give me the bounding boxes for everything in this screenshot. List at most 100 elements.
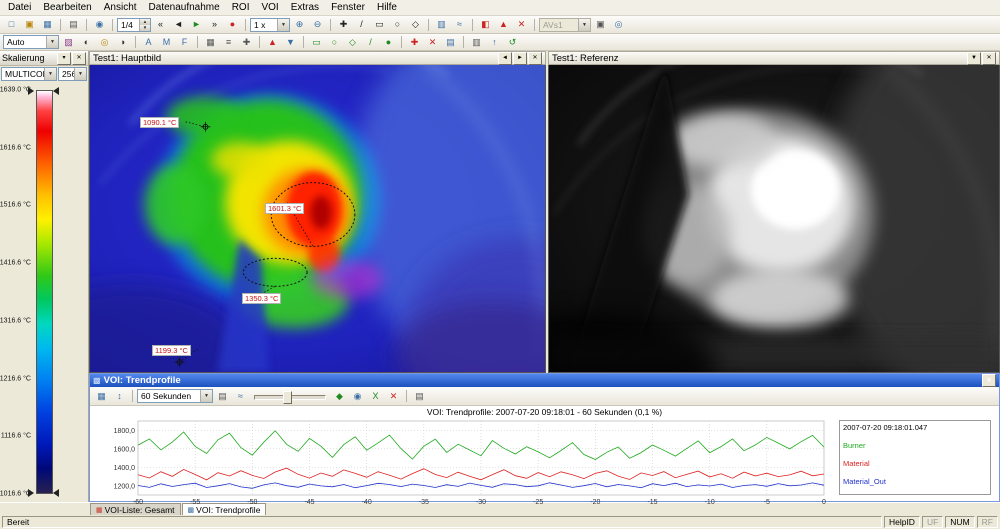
voi-rectangle-icon[interactable]: ▭ (308, 35, 325, 50)
roi-polygon-icon[interactable]: ◇ (407, 17, 424, 32)
voi-add-icon[interactable]: ✚ (406, 35, 423, 50)
auto-scale-icon[interactable]: A (140, 35, 157, 50)
menu-voi[interactable]: VOI (255, 1, 284, 14)
print-trend-icon[interactable]: ▤ (411, 389, 428, 404)
levels-select[interactable]: 256 ▼ (58, 67, 87, 81)
spin-down-icon[interactable]: ▼ (140, 25, 150, 31)
measurement-label[interactable]: 1350.3 °C (242, 293, 281, 304)
menu-bearbeiten[interactable]: Bearbeiten (37, 1, 97, 14)
dropdown-arrow-icon[interactable]: ▼ (277, 19, 289, 31)
time-slider[interactable] (254, 390, 326, 403)
scaling-mode-select[interactable]: Auto▼ (3, 35, 59, 49)
palette-icon[interactable]: ▨ (60, 35, 77, 50)
close-button[interactable]: ✕ (528, 52, 542, 65)
measurement-label[interactable]: 1090.1 °C (140, 117, 179, 128)
menu-datenaufnahme[interactable]: Datenaufnahme (143, 1, 226, 14)
record-icon[interactable]: ● (224, 17, 241, 32)
crosshair-icon[interactable]: ✚ (238, 35, 255, 50)
report-icon[interactable]: ▥ (468, 35, 485, 50)
color-scale-bar[interactable] (36, 90, 53, 494)
voi-ellipse-icon[interactable]: ○ (326, 35, 343, 50)
avs-select[interactable]: AVs1▼ (539, 18, 591, 32)
export-excel-icon[interactable]: X (367, 389, 384, 404)
dropdown-arrow-icon[interactable]: ▼ (46, 36, 58, 48)
prev-frame-icon[interactable]: ◄ (170, 17, 187, 32)
palette-select[interactable]: MULTICOLOR ▼ (1, 67, 57, 81)
menu-hilfe[interactable]: Hilfe (371, 1, 403, 14)
dropdown-arrow-icon[interactable]: ▼ (200, 390, 212, 402)
zoom-level-select[interactable]: 1 x▼ (250, 18, 290, 32)
brightness-icon[interactable]: ◎ (96, 35, 113, 50)
copy-trend-icon[interactable]: ▤ (214, 389, 231, 404)
chart-settings-icon[interactable]: ≈ (232, 389, 249, 404)
menu-button[interactable]: ▼ (967, 52, 981, 65)
contrast-icon[interactable]: ◑ (114, 35, 131, 50)
menu-extras[interactable]: Extras (285, 1, 325, 14)
range-down-icon[interactable]: ▼ (282, 35, 299, 50)
close-button[interactable]: ✕ (72, 52, 86, 65)
menu-fenster[interactable]: Fenster (325, 1, 371, 14)
scale-max-handle-icon[interactable] (28, 87, 34, 95)
refresh-icon[interactable]: ↺ (504, 35, 521, 50)
manual-scale-icon[interactable]: M (158, 35, 175, 50)
dropdown-arrow-icon[interactable]: ▼ (44, 68, 56, 80)
dropdown-arrow-icon[interactable]: ▼ (74, 68, 86, 80)
visibility-icon[interactable]: ◉ (349, 389, 366, 404)
clear-trend-icon[interactable]: ✕ (385, 389, 402, 404)
info-icon[interactable]: ◎ (610, 17, 627, 32)
print-icon[interactable]: ▤ (65, 17, 82, 32)
avs-settings-icon[interactable]: ▣ (592, 17, 609, 32)
scale-min-handle-icon[interactable] (28, 489, 34, 497)
voi-polygon-icon[interactable]: ◇ (344, 35, 361, 50)
interval-select[interactable]: 60 Sekunden▼ (137, 389, 213, 403)
save-file-icon[interactable]: ▦ (39, 17, 56, 32)
reference-image[interactable] (548, 65, 1000, 373)
panel-menu-button[interactable]: ▾ (57, 52, 71, 65)
alarm-icon[interactable]: ▲ (495, 17, 512, 32)
thermal-image[interactable]: 1090.1 °C 1601.3 °C 1350.3 °C 1199.3 °C (89, 65, 546, 373)
open-file-icon[interactable]: ▣ (21, 17, 38, 32)
menu-datei[interactable]: Datei (2, 1, 37, 14)
profile-icon[interactable]: ≈ (451, 17, 468, 32)
scroll-right-button[interactable]: ► (513, 52, 527, 65)
invert-palette-icon[interactable]: ◐ (78, 35, 95, 50)
frame-counter[interactable]: 1/4▲▼ (117, 18, 151, 32)
voi-list-icon[interactable]: ▤ (442, 35, 459, 50)
delete-roi-icon[interactable]: ✕ (513, 17, 530, 32)
scroll-left-button[interactable]: ◄ (498, 52, 512, 65)
measure-point-icon[interactable]: ✚ (335, 17, 352, 32)
snapshot-icon[interactable]: ◉ (91, 17, 108, 32)
measurement-label[interactable]: 1199.3 °C (152, 345, 191, 356)
roi-rectangle-icon[interactable]: ▭ (371, 17, 388, 32)
time-slider-thumb[interactable] (283, 391, 292, 404)
marker-icon[interactable]: ◆ (331, 389, 348, 404)
next-frame-icon[interactable]: » (206, 17, 223, 32)
play-icon[interactable]: ► (188, 17, 205, 32)
voi-point-icon[interactable]: ● (380, 35, 397, 50)
menu-roi[interactable]: ROI (226, 1, 256, 14)
table-view-icon[interactable]: ▦ (93, 389, 110, 404)
close-button[interactable]: ✕ (982, 52, 996, 65)
export-icon[interactable]: ↑ (486, 35, 503, 50)
measure-line-icon[interactable]: / (353, 17, 370, 32)
range-up-icon[interactable]: ▲ (264, 35, 281, 50)
histogram-icon[interactable]: ▥ (433, 17, 450, 32)
isotherm-icon[interactable]: ◧ (477, 17, 494, 32)
voi-line-icon[interactable]: / (362, 35, 379, 50)
roi-ellipse-icon[interactable]: ○ (389, 17, 406, 32)
first-frame-icon[interactable]: « (152, 17, 169, 32)
ruler-icon[interactable]: ≡ (220, 35, 237, 50)
scale-max-handle-icon[interactable] (53, 87, 59, 95)
grid-icon[interactable]: ▦ (202, 35, 219, 50)
sort-order-icon[interactable]: ↕ (111, 389, 128, 404)
close-button[interactable]: ✕ (982, 374, 996, 387)
voi-delete-icon[interactable]: ✕ (424, 35, 441, 50)
menu-ansicht[interactable]: Ansicht (98, 1, 143, 14)
scale-min-handle-icon[interactable] (53, 489, 59, 497)
new-file-icon[interactable]: □ (3, 17, 20, 32)
full-scale-icon[interactable]: F (176, 35, 193, 50)
zoom-in-icon[interactable]: ⊕ (291, 17, 308, 32)
dropdown-arrow-icon[interactable]: ▼ (578, 19, 590, 31)
zoom-out-icon[interactable]: ⊖ (309, 17, 326, 32)
measurement-label[interactable]: 1601.3 °C (265, 203, 304, 214)
